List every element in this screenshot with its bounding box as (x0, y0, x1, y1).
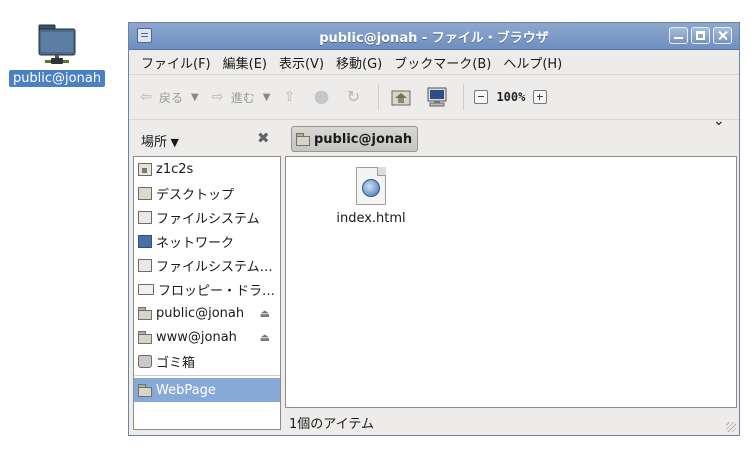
drive-icon (138, 258, 152, 272)
sidebar-separator (134, 375, 280, 376)
sidebar-item-label: public@jonah (156, 305, 245, 321)
sidebar-item-label: www@jonah (156, 329, 237, 345)
title-bar[interactable]: public@jonah - ファイル・ブラウザ (129, 23, 739, 50)
home-icon (138, 162, 152, 176)
menu-help[interactable]: ヘルプ(H) (497, 53, 568, 72)
file-item-index-html[interactable]: index.html (326, 167, 416, 226)
network-folder-icon (138, 331, 152, 344)
desktop-icon-label: public@jonah (8, 70, 106, 87)
back-button[interactable]: ⇦ 戻る ▼ (137, 88, 199, 106)
home-button[interactable] (389, 86, 413, 108)
places-dropdown[interactable]: 場所 ▼ (141, 131, 179, 150)
sidebar-item-public-jonah[interactable]: public@jonah ⏏ (134, 301, 280, 325)
eject-icon[interactable]: ⏏ (260, 307, 270, 320)
up-arrow-icon: ⇧ (283, 89, 296, 105)
toolbar-separator (463, 84, 465, 110)
minimize-button[interactable] (669, 27, 688, 44)
forward-label: 進む (230, 90, 255, 105)
chevron-down-icon: ▼ (167, 136, 179, 149)
resize-grip-icon[interactable] (726, 422, 736, 432)
network-folder-icon (138, 307, 152, 320)
sidebar-item-drive[interactable]: ファイルシステム… (134, 253, 280, 277)
chevron-down-icon[interactable]: ▼ (191, 92, 199, 103)
menu-go[interactable]: 移動(G) (330, 53, 388, 72)
up-button[interactable]: ⇧ (280, 88, 302, 106)
forward-button[interactable]: ⇨ 進む ▼ (209, 88, 271, 106)
floppy-icon (138, 283, 154, 295)
html-file-icon (356, 167, 386, 205)
sidebar-item-label: ファイルシステム… (156, 259, 273, 275)
places-sidebar: z1c2s デスクトップ ファイルシステム ネットワーク ファイルシステム… フ… (133, 156, 281, 430)
path-button[interactable]: public@jonah (291, 126, 419, 152)
sidebar-item-desktop[interactable]: デスクトップ (134, 181, 280, 205)
file-view[interactable]: index.html (285, 156, 737, 408)
sidebar-item-home[interactable]: z1c2s (134, 157, 280, 181)
zoom-out-button[interactable] (474, 90, 489, 104)
places-label: 場所 (141, 135, 168, 150)
folder-icon (138, 384, 152, 397)
chevron-down-icon[interactable]: ▼ (263, 92, 271, 103)
window-title: public@jonah - ファイル・ブラウザ (319, 31, 549, 46)
eject-icon[interactable]: ⏏ (260, 331, 270, 344)
globe-icon (362, 179, 380, 197)
stop-button[interactable]: ● (312, 88, 334, 106)
network-folder-icon (35, 22, 79, 68)
sidebar-item-webpage[interactable]: WebPage (134, 378, 280, 402)
reload-icon: ↻ (346, 87, 361, 106)
sidebar-item-label: デスクトップ (156, 187, 235, 203)
toolbar: ⇦ 戻る ▼ ⇨ 進む ▼ ⇧ ● ↻ 100% (129, 75, 739, 120)
sidebar-item-label: WebPage (156, 382, 216, 398)
toolbar-separator (378, 84, 380, 110)
menu-edit[interactable]: 編集(E) (217, 53, 273, 72)
path-button-label: public@jonah (314, 131, 413, 147)
desktop-icon (138, 186, 152, 200)
sidebar-item-label: z1c2s (156, 161, 194, 177)
location-bar: 場所 ▼ ✖ public@jonah (129, 120, 739, 158)
reload-button[interactable]: ↻ (344, 88, 366, 106)
back-label: 戻る (159, 90, 184, 105)
sidebar-item-network[interactable]: ネットワーク (134, 229, 280, 253)
status-bar: 1個のアイテム (285, 409, 739, 435)
menu-view[interactable]: 表示(V) (273, 53, 330, 72)
computer-button[interactable] (425, 86, 449, 108)
file-name: index.html (336, 211, 406, 226)
sidebar-item-floppy[interactable]: フロッピー・ドラ… (134, 277, 280, 301)
file-browser-window: public@jonah - ファイル・ブラウザ ファイル(F) 編集(E) 表… (128, 22, 740, 436)
stop-icon: ● (313, 86, 330, 107)
filesystem-icon (138, 210, 152, 224)
home-icon (391, 90, 411, 106)
sidebar-item-filesystem[interactable]: ファイルシステム (134, 205, 280, 229)
sidebar-item-label: ゴミ箱 (156, 355, 196, 371)
trash-icon (138, 354, 152, 368)
menu-bookmarks[interactable]: ブックマーク(B) (388, 53, 497, 72)
menu-file[interactable]: ファイル(F) (135, 53, 217, 72)
zoom-level: 100% (496, 90, 526, 104)
folder-icon (296, 133, 310, 146)
sidebar-item-trash[interactable]: ゴミ箱 (134, 349, 280, 373)
sidebar-item-label: フロッピー・ドラ… (158, 283, 276, 299)
network-icon (138, 234, 152, 248)
desktop-icon-public-jonah[interactable]: public@jonah (8, 22, 106, 87)
maximize-button[interactable] (691, 27, 710, 44)
forward-arrow-icon: ⇨ (211, 89, 224, 105)
close-sidebar-icon[interactable]: ✖ (257, 129, 270, 147)
menu-bar: ファイル(F) 編集(E) 表示(V) 移動(G) ブックマーク(B) ヘルプ(… (129, 50, 739, 75)
close-button[interactable] (713, 27, 732, 44)
zoom-in-button[interactable] (533, 90, 548, 104)
sidebar-item-www-jonah[interactable]: www@jonah ⏏ (134, 325, 280, 349)
sidebar-item-label: ファイルシステム (156, 211, 260, 227)
back-arrow-icon: ⇦ (140, 89, 152, 105)
status-text: 1個のアイテム (289, 416, 374, 432)
computer-icon (427, 87, 447, 107)
sidebar-item-label: ネットワーク (156, 235, 235, 251)
